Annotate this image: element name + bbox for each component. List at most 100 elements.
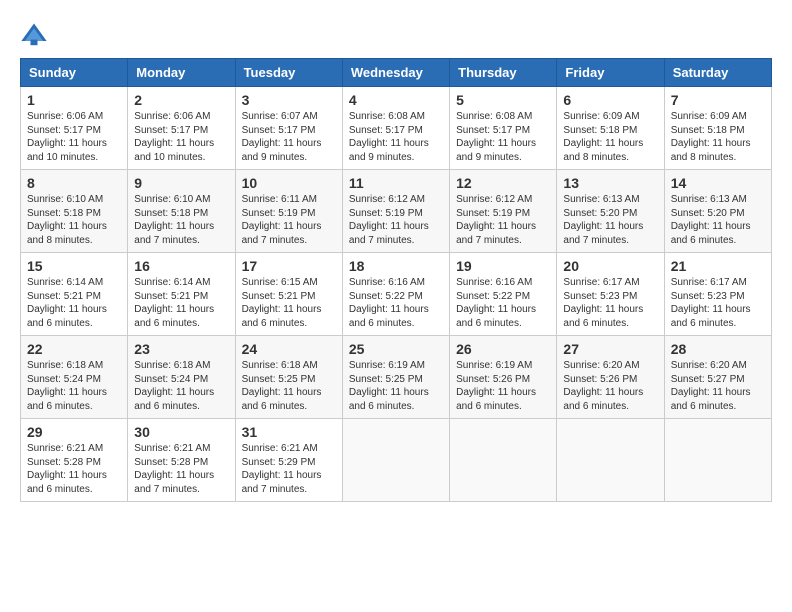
- day-number: 5: [456, 92, 550, 108]
- calendar-cell: 29 Sunrise: 6:21 AM Sunset: 5:28 PM Dayl…: [21, 419, 128, 502]
- calendar-cell: 16 Sunrise: 6:14 AM Sunset: 5:21 PM Dayl…: [128, 253, 235, 336]
- calendar-cell: 9 Sunrise: 6:10 AM Sunset: 5:18 PM Dayli…: [128, 170, 235, 253]
- day-number: 28: [671, 341, 765, 357]
- calendar-cell: 12 Sunrise: 6:12 AM Sunset: 5:19 PM Dayl…: [450, 170, 557, 253]
- day-number: 13: [563, 175, 657, 191]
- day-number: 31: [242, 424, 336, 440]
- calendar-cell: 21 Sunrise: 6:17 AM Sunset: 5:23 PM Dayl…: [664, 253, 771, 336]
- calendar-cell: 10 Sunrise: 6:11 AM Sunset: 5:19 PM Dayl…: [235, 170, 342, 253]
- col-header-tuesday: Tuesday: [235, 59, 342, 87]
- day-info: Sunrise: 6:14 AM Sunset: 5:21 PM Dayligh…: [27, 276, 121, 330]
- calendar-cell: 24 Sunrise: 6:18 AM Sunset: 5:25 PM Dayl…: [235, 336, 342, 419]
- day-info: Sunrise: 6:19 AM Sunset: 5:25 PM Dayligh…: [349, 359, 443, 413]
- calendar-cell: 6 Sunrise: 6:09 AM Sunset: 5:18 PM Dayli…: [557, 87, 664, 170]
- day-number: 21: [671, 258, 765, 274]
- col-header-monday: Monday: [128, 59, 235, 87]
- calendar-cell: 4 Sunrise: 6:08 AM Sunset: 5:17 PM Dayli…: [342, 87, 449, 170]
- calendar-cell: 23 Sunrise: 6:18 AM Sunset: 5:24 PM Dayl…: [128, 336, 235, 419]
- calendar-cell: [664, 419, 771, 502]
- calendar-cell: [557, 419, 664, 502]
- calendar-cell: 19 Sunrise: 6:16 AM Sunset: 5:22 PM Dayl…: [450, 253, 557, 336]
- calendar-cell: 18 Sunrise: 6:16 AM Sunset: 5:22 PM Dayl…: [342, 253, 449, 336]
- logo: [20, 20, 52, 48]
- calendar-cell: 5 Sunrise: 6:08 AM Sunset: 5:17 PM Dayli…: [450, 87, 557, 170]
- day-info: Sunrise: 6:08 AM Sunset: 5:17 PM Dayligh…: [456, 110, 550, 164]
- day-info: Sunrise: 6:07 AM Sunset: 5:17 PM Dayligh…: [242, 110, 336, 164]
- day-info: Sunrise: 6:20 AM Sunset: 5:26 PM Dayligh…: [563, 359, 657, 413]
- calendar-cell: 7 Sunrise: 6:09 AM Sunset: 5:18 PM Dayli…: [664, 87, 771, 170]
- calendar-cell: 22 Sunrise: 6:18 AM Sunset: 5:24 PM Dayl…: [21, 336, 128, 419]
- calendar-cell: 31 Sunrise: 6:21 AM Sunset: 5:29 PM Dayl…: [235, 419, 342, 502]
- calendar-cell: 25 Sunrise: 6:19 AM Sunset: 5:25 PM Dayl…: [342, 336, 449, 419]
- calendar-cell: 28 Sunrise: 6:20 AM Sunset: 5:27 PM Dayl…: [664, 336, 771, 419]
- calendar-cell: 17 Sunrise: 6:15 AM Sunset: 5:21 PM Dayl…: [235, 253, 342, 336]
- calendar-cell: 15 Sunrise: 6:14 AM Sunset: 5:21 PM Dayl…: [21, 253, 128, 336]
- day-info: Sunrise: 6:19 AM Sunset: 5:26 PM Dayligh…: [456, 359, 550, 413]
- day-number: 2: [134, 92, 228, 108]
- day-number: 22: [27, 341, 121, 357]
- day-number: 17: [242, 258, 336, 274]
- day-number: 27: [563, 341, 657, 357]
- day-number: 8: [27, 175, 121, 191]
- day-number: 7: [671, 92, 765, 108]
- calendar-cell: [450, 419, 557, 502]
- calendar-cell: 13 Sunrise: 6:13 AM Sunset: 5:20 PM Dayl…: [557, 170, 664, 253]
- day-number: 9: [134, 175, 228, 191]
- page-header: [20, 16, 772, 48]
- calendar-cell: 27 Sunrise: 6:20 AM Sunset: 5:26 PM Dayl…: [557, 336, 664, 419]
- day-info: Sunrise: 6:16 AM Sunset: 5:22 PM Dayligh…: [349, 276, 443, 330]
- calendar-cell: [342, 419, 449, 502]
- calendar-cell: 26 Sunrise: 6:19 AM Sunset: 5:26 PM Dayl…: [450, 336, 557, 419]
- generalblue-logo-icon: [20, 20, 48, 48]
- col-header-wednesday: Wednesday: [342, 59, 449, 87]
- day-number: 14: [671, 175, 765, 191]
- day-info: Sunrise: 6:13 AM Sunset: 5:20 PM Dayligh…: [671, 193, 765, 247]
- day-info: Sunrise: 6:18 AM Sunset: 5:24 PM Dayligh…: [134, 359, 228, 413]
- day-number: 19: [456, 258, 550, 274]
- calendar-table: SundayMondayTuesdayWednesdayThursdayFrid…: [20, 58, 772, 502]
- day-number: 12: [456, 175, 550, 191]
- day-info: Sunrise: 6:10 AM Sunset: 5:18 PM Dayligh…: [134, 193, 228, 247]
- day-number: 10: [242, 175, 336, 191]
- day-info: Sunrise: 6:21 AM Sunset: 5:28 PM Dayligh…: [27, 442, 121, 496]
- calendar-cell: 8 Sunrise: 6:10 AM Sunset: 5:18 PM Dayli…: [21, 170, 128, 253]
- calendar-cell: 2 Sunrise: 6:06 AM Sunset: 5:17 PM Dayli…: [128, 87, 235, 170]
- col-header-thursday: Thursday: [450, 59, 557, 87]
- calendar-cell: 20 Sunrise: 6:17 AM Sunset: 5:23 PM Dayl…: [557, 253, 664, 336]
- day-number: 11: [349, 175, 443, 191]
- day-number: 6: [563, 92, 657, 108]
- day-info: Sunrise: 6:18 AM Sunset: 5:25 PM Dayligh…: [242, 359, 336, 413]
- day-info: Sunrise: 6:12 AM Sunset: 5:19 PM Dayligh…: [456, 193, 550, 247]
- day-info: Sunrise: 6:14 AM Sunset: 5:21 PM Dayligh…: [134, 276, 228, 330]
- day-info: Sunrise: 6:09 AM Sunset: 5:18 PM Dayligh…: [563, 110, 657, 164]
- calendar-cell: 11 Sunrise: 6:12 AM Sunset: 5:19 PM Dayl…: [342, 170, 449, 253]
- day-number: 4: [349, 92, 443, 108]
- day-info: Sunrise: 6:11 AM Sunset: 5:19 PM Dayligh…: [242, 193, 336, 247]
- day-number: 15: [27, 258, 121, 274]
- day-info: Sunrise: 6:10 AM Sunset: 5:18 PM Dayligh…: [27, 193, 121, 247]
- col-header-saturday: Saturday: [664, 59, 771, 87]
- day-number: 30: [134, 424, 228, 440]
- day-number: 3: [242, 92, 336, 108]
- calendar-cell: 1 Sunrise: 6:06 AM Sunset: 5:17 PM Dayli…: [21, 87, 128, 170]
- day-info: Sunrise: 6:08 AM Sunset: 5:17 PM Dayligh…: [349, 110, 443, 164]
- day-info: Sunrise: 6:17 AM Sunset: 5:23 PM Dayligh…: [671, 276, 765, 330]
- calendar-cell: 30 Sunrise: 6:21 AM Sunset: 5:28 PM Dayl…: [128, 419, 235, 502]
- day-info: Sunrise: 6:12 AM Sunset: 5:19 PM Dayligh…: [349, 193, 443, 247]
- calendar-cell: 14 Sunrise: 6:13 AM Sunset: 5:20 PM Dayl…: [664, 170, 771, 253]
- day-info: Sunrise: 6:20 AM Sunset: 5:27 PM Dayligh…: [671, 359, 765, 413]
- day-info: Sunrise: 6:17 AM Sunset: 5:23 PM Dayligh…: [563, 276, 657, 330]
- day-info: Sunrise: 6:18 AM Sunset: 5:24 PM Dayligh…: [27, 359, 121, 413]
- day-info: Sunrise: 6:21 AM Sunset: 5:29 PM Dayligh…: [242, 442, 336, 496]
- day-info: Sunrise: 6:06 AM Sunset: 5:17 PM Dayligh…: [134, 110, 228, 164]
- day-info: Sunrise: 6:15 AM Sunset: 5:21 PM Dayligh…: [242, 276, 336, 330]
- calendar-header-row: SundayMondayTuesdayWednesdayThursdayFrid…: [21, 59, 772, 87]
- day-info: Sunrise: 6:13 AM Sunset: 5:20 PM Dayligh…: [563, 193, 657, 247]
- day-info: Sunrise: 6:06 AM Sunset: 5:17 PM Dayligh…: [27, 110, 121, 164]
- day-number: 26: [456, 341, 550, 357]
- col-header-sunday: Sunday: [21, 59, 128, 87]
- day-info: Sunrise: 6:21 AM Sunset: 5:28 PM Dayligh…: [134, 442, 228, 496]
- calendar-cell: 3 Sunrise: 6:07 AM Sunset: 5:17 PM Dayli…: [235, 87, 342, 170]
- day-number: 1: [27, 92, 121, 108]
- day-number: 18: [349, 258, 443, 274]
